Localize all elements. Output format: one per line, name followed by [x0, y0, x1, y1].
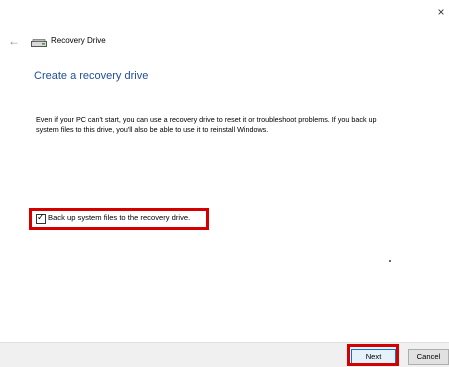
back-arrow-icon[interactable]: ←: [8, 35, 20, 47]
backup-checkbox[interactable]: ✓: [36, 212, 46, 224]
close-icon[interactable]: ×: [435, 6, 447, 20]
footer-bar: Next Cancel: [0, 342, 449, 367]
checkmark-icon: ✓: [37, 212, 45, 222]
backup-checkbox-label[interactable]: Back up system files to the recovery dri…: [48, 213, 190, 223]
backup-system-files-option[interactable]: ✓ Back up system files to the recovery d…: [34, 211, 208, 227]
page-heading: Create a recovery drive: [34, 70, 149, 82]
drive-icon: [31, 39, 47, 47]
description-text: Even if your PC can't start, you can use…: [36, 115, 377, 134]
next-button[interactable]: Next: [351, 349, 396, 365]
stray-dot: [389, 260, 391, 262]
cancel-button[interactable]: Cancel: [408, 349, 449, 365]
window-title: Recovery Drive: [51, 36, 106, 45]
recovery-drive-window: × ← Recovery Drive Create a recovery dri…: [0, 0, 449, 367]
